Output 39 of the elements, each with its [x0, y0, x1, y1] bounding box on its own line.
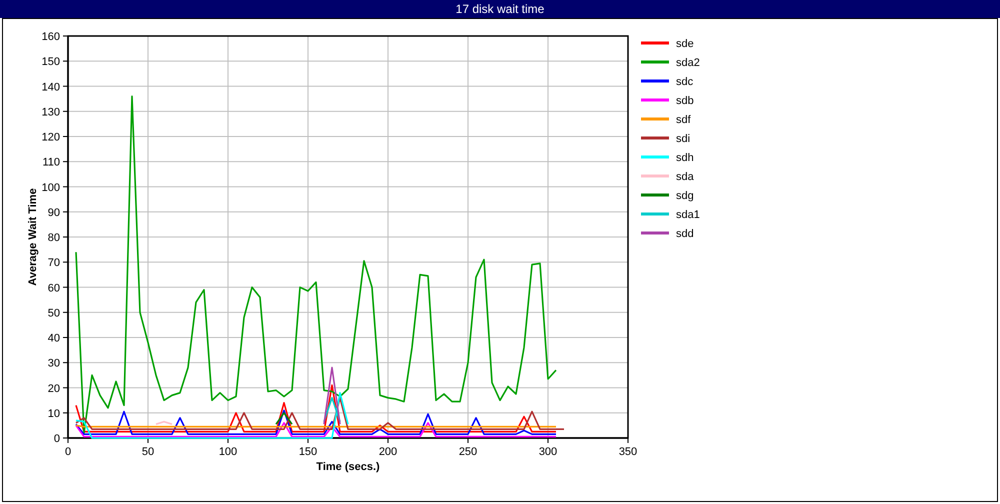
y-tick-label: 30 [48, 358, 60, 370]
y-tick-label: 60 [48, 282, 60, 294]
x-tick-label: 50 [142, 446, 154, 458]
legend-label: sda2 [676, 57, 700, 69]
x-tick-label: 250 [458, 446, 478, 458]
y-tick-label: 90 [48, 206, 60, 219]
y-tick-label: 40 [48, 332, 60, 344]
legend-label: sdg [676, 190, 694, 202]
y-axis-title: Average Wait Time [27, 188, 39, 286]
y-tick-label: 100 [42, 182, 60, 194]
y-tick-label: 160 [42, 31, 60, 43]
x-tick-label: 300 [538, 446, 558, 458]
y-tick-label: 20 [48, 382, 60, 395]
legend-label: sda [676, 171, 694, 183]
legend-label: sdb [676, 95, 694, 107]
y-tick-label: 0 [54, 433, 60, 445]
y-tick-label: 150 [42, 56, 60, 68]
y-tick-label: 130 [42, 106, 60, 118]
legend-label: sdh [676, 152, 694, 164]
x-tick-label: 350 [618, 446, 638, 458]
y-tick-label: 70 [48, 257, 60, 270]
x-tick-label: 150 [298, 446, 318, 458]
legend-label: sdf [676, 114, 691, 126]
legend-label: sdi [676, 133, 690, 145]
y-tick-label: 80 [48, 232, 60, 244]
x-axis-title: Time (secs.) [316, 461, 380, 473]
y-tick-label: 140 [42, 81, 60, 94]
y-tick-label: 10 [48, 408, 60, 420]
legend-label: sdc [676, 76, 694, 88]
legend-label: sdd [676, 228, 694, 240]
x-tick-label: 200 [378, 446, 398, 458]
x-tick-label: 0 [64, 446, 72, 458]
y-tick-label: 110 [42, 156, 60, 169]
legend-label: sde [676, 38, 694, 50]
legend-label: sda1 [676, 209, 700, 221]
y-tick-label: 120 [42, 132, 60, 144]
y-tick-label: 50 [48, 307, 60, 320]
window-title: 17 disk wait time [456, 2, 544, 16]
x-tick-label: 100 [218, 446, 238, 458]
